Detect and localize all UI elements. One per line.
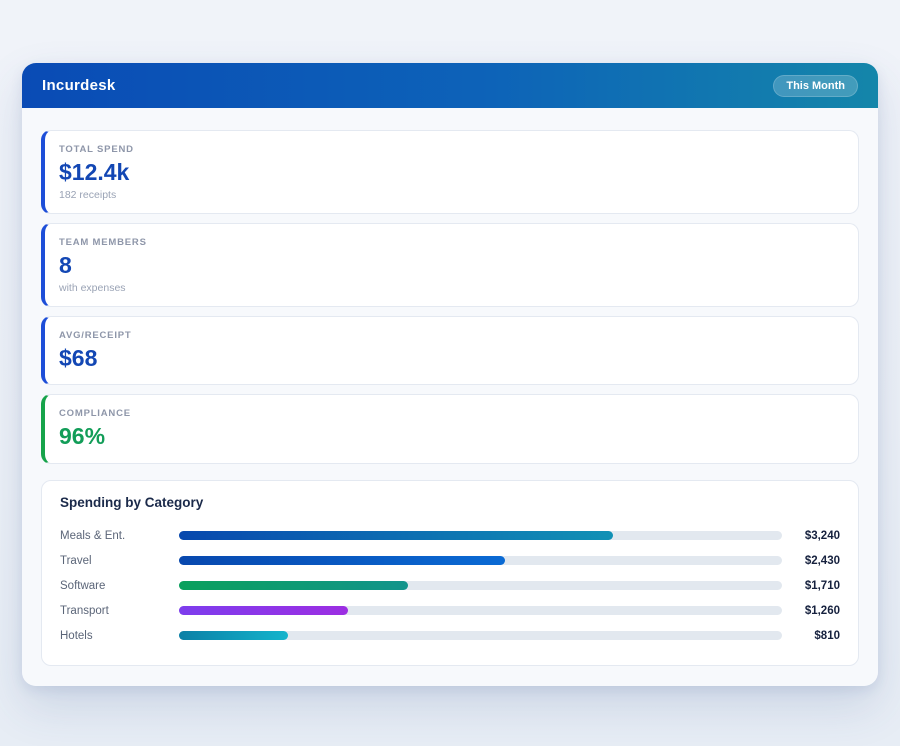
stat-subtitle: 182 receipts xyxy=(59,189,842,201)
stat-label: COMPLIANCE xyxy=(59,408,842,419)
category-row-meals: Meals & Ent. $3,240 xyxy=(60,523,840,548)
incurdesk-panel: Incurdesk This Month TOTAL SPEND $12.4k … xyxy=(22,63,878,686)
stat-card-team-members: TEAM MEMBERS 8 with expenses xyxy=(41,223,859,307)
category-bar-fill xyxy=(179,606,348,615)
category-row-software: Software $1,710 xyxy=(60,573,840,598)
category-bar-fill xyxy=(179,556,505,565)
category-amount: $810 xyxy=(782,630,840,642)
stat-value: 8 xyxy=(59,251,842,280)
category-amount: $1,260 xyxy=(782,605,840,617)
category-row-travel: Travel $2,430 xyxy=(60,548,840,573)
category-bar-track xyxy=(179,631,782,640)
category-label: Software xyxy=(60,580,179,592)
category-label: Meals & Ent. xyxy=(60,530,179,542)
category-bar-fill xyxy=(179,631,288,640)
period-badge[interactable]: This Month xyxy=(773,75,858,97)
app-header: Incurdesk This Month xyxy=(22,63,878,108)
category-row-transport: Transport $1,260 xyxy=(60,598,840,623)
stat-value: $68 xyxy=(59,344,842,373)
category-bar-track xyxy=(179,531,782,540)
app-title: Incurdesk xyxy=(42,77,116,94)
stat-label: TEAM MEMBERS xyxy=(59,237,842,248)
category-amount: $3,240 xyxy=(782,530,840,542)
spending-by-category-card: Spending by Category Meals & Ent. $3,240… xyxy=(41,480,859,666)
category-label: Hotels xyxy=(60,630,179,642)
stat-card-total-spend: TOTAL SPEND $12.4k 182 receipts xyxy=(41,130,859,214)
category-row-hotels: Hotels $810 xyxy=(60,623,840,648)
stat-value: $12.4k xyxy=(59,158,842,187)
category-bar-track xyxy=(179,556,782,565)
category-amount: $2,430 xyxy=(782,555,840,567)
stat-subtitle: with expenses xyxy=(59,282,842,294)
category-bar-track xyxy=(179,581,782,590)
spending-card-title: Spending by Category xyxy=(60,495,840,510)
category-bar-fill xyxy=(179,581,408,590)
category-label: Transport xyxy=(60,605,179,617)
category-amount: $1,710 xyxy=(782,580,840,592)
stat-value: 96% xyxy=(59,422,842,451)
panel-body: TOTAL SPEND $12.4k 182 receipts TEAM MEM… xyxy=(22,108,878,686)
category-label: Travel xyxy=(60,555,179,567)
stat-label: AVG/RECEIPT xyxy=(59,330,842,341)
category-bar-fill xyxy=(179,531,613,540)
stat-card-avg-receipt: AVG/RECEIPT $68 xyxy=(41,316,859,386)
category-bar-track xyxy=(179,606,782,615)
stat-label: TOTAL SPEND xyxy=(59,144,842,155)
stat-card-compliance: COMPLIANCE 96% xyxy=(41,394,859,464)
